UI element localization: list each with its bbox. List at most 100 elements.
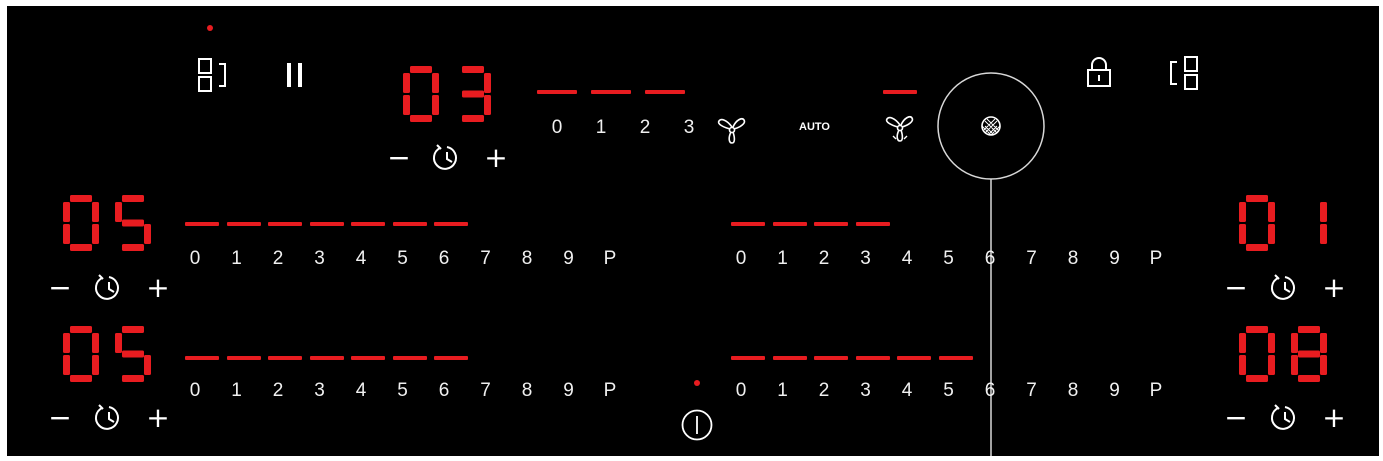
power-level-P[interactable]: P: [1136, 380, 1176, 402]
power-level-7[interactable]: 7: [466, 248, 506, 270]
power-level-0[interactable]: 0: [721, 380, 761, 402]
fan-icon[interactable]: [715, 112, 749, 146]
zone-timer-plus[interactable]: +: [145, 404, 171, 432]
zone-timer-minus[interactable]: −: [1223, 274, 1249, 302]
fan-level-2[interactable]: 2: [625, 117, 665, 139]
power-level-8[interactable]: 8: [507, 380, 547, 402]
power-level-bar: [814, 356, 848, 360]
zone-timer-plus[interactable]: +: [1321, 404, 1347, 432]
power-level-2[interactable]: 2: [804, 248, 844, 270]
power-level-5[interactable]: 5: [929, 248, 969, 270]
power-level-4[interactable]: 4: [341, 248, 381, 270]
hood-timer-plus[interactable]: +: [483, 144, 509, 172]
power-level-bar: [772, 222, 807, 226]
power-level-8[interactable]: 8: [1053, 248, 1093, 270]
power-level-bar: [772, 356, 807, 360]
power-level-P[interactable]: P: [1136, 248, 1176, 270]
power-level-bar: [268, 222, 302, 226]
power-level-bar: [226, 356, 261, 360]
timer-clock-icon: [95, 274, 119, 300]
boost-indicator-bar: [883, 90, 917, 94]
timer-clock-icon: [95, 404, 119, 430]
power-level-3[interactable]: 3: [300, 248, 340, 270]
fan-level-3[interactable]: 3: [669, 117, 709, 139]
power-level-bar: [434, 356, 468, 360]
power-level-3[interactable]: 3: [846, 380, 886, 402]
power-level-5[interactable]: 5: [929, 380, 969, 402]
power-level-bar: [309, 356, 344, 360]
power-level-bar: [855, 222, 890, 226]
power-level-0[interactable]: 0: [721, 248, 761, 270]
power-level-bar: [731, 222, 765, 226]
power-level-7[interactable]: 7: [466, 380, 506, 402]
power-level-8[interactable]: 8: [507, 248, 547, 270]
power-level-bar: [855, 356, 890, 360]
power-level-9[interactable]: 9: [549, 248, 589, 270]
zone-timer-plus[interactable]: +: [145, 274, 171, 302]
zone-display-rear-left: [63, 326, 151, 382]
power-level-4[interactable]: 4: [341, 380, 381, 402]
power-level-2[interactable]: 2: [258, 248, 298, 270]
power-level-9[interactable]: 9: [1095, 248, 1135, 270]
power-level-7[interactable]: 7: [1012, 248, 1052, 270]
power-level-9[interactable]: 9: [549, 380, 589, 402]
power-level-1[interactable]: 1: [763, 248, 803, 270]
bridge-indicator-dot: [207, 25, 213, 31]
fan-level-1[interactable]: 1: [581, 117, 621, 139]
lock-icon[interactable]: [1085, 56, 1113, 90]
power-level-bar: [351, 222, 385, 226]
power-level-P[interactable]: P: [590, 248, 630, 270]
power-level-bar: [226, 222, 261, 226]
power-level-bar: [814, 222, 848, 226]
power-level-1[interactable]: 1: [217, 248, 257, 270]
power-level-bar: [268, 356, 302, 360]
power-level-7[interactable]: 7: [1012, 380, 1052, 402]
fan-boost-icon[interactable]: [883, 110, 917, 144]
power-level-bar: [434, 222, 468, 226]
zone-display-rear-right: [1239, 326, 1327, 382]
power-indicator-dot: [694, 380, 700, 386]
zone-timer-plus[interactable]: +: [1321, 274, 1347, 302]
zone-timer-minus[interactable]: −: [47, 274, 73, 302]
power-level-bar: [351, 356, 385, 360]
power-level-1[interactable]: 1: [763, 380, 803, 402]
power-level-1[interactable]: 1: [217, 380, 257, 402]
power-level-6[interactable]: 6: [970, 380, 1010, 402]
zone-timer-minus[interactable]: −: [1223, 404, 1249, 432]
power-level-bar: [185, 222, 219, 226]
power-level-P[interactable]: P: [590, 380, 630, 402]
power-level-bar: [392, 356, 427, 360]
zone-bridge-icon[interactable]: [197, 56, 233, 94]
hood-timer-minus[interactable]: −: [386, 144, 412, 172]
pause-icon[interactable]: [284, 62, 306, 88]
power-level-2[interactable]: 2: [258, 380, 298, 402]
timer-clock-icon: [433, 144, 457, 170]
power-level-bar: [897, 356, 931, 360]
power-level-3[interactable]: 3: [300, 380, 340, 402]
auto-label[interactable]: AUTO: [799, 121, 830, 133]
power-level-0[interactable]: 0: [175, 248, 215, 270]
zone-display-front-left: [63, 195, 151, 251]
power-level-9[interactable]: 9: [1095, 380, 1135, 402]
fan-level-0[interactable]: 0: [537, 117, 577, 139]
power-level-bar: [731, 356, 765, 360]
fan-level-bar: [645, 90, 685, 94]
power-level-4[interactable]: 4: [887, 248, 927, 270]
power-level-5[interactable]: 5: [383, 380, 423, 402]
power-level-6[interactable]: 6: [970, 248, 1010, 270]
power-level-8[interactable]: 8: [1053, 380, 1093, 402]
power-level-4[interactable]: 4: [887, 380, 927, 402]
zone-display-front-right: [1239, 195, 1327, 251]
hob-control-panel: − + 0123 AUTO − +0 1 2 3 4 5 6 7 8 9 P − +0 1 2 3 4 5 6 7 8 9 P…: [7, 6, 1379, 456]
power-level-6[interactable]: 6: [424, 248, 464, 270]
power-level-5[interactable]: 5: [383, 248, 423, 270]
power-level-0[interactable]: 0: [175, 380, 215, 402]
zone-timer-minus[interactable]: −: [47, 404, 73, 432]
power-level-6[interactable]: 6: [424, 380, 464, 402]
timer-clock-icon: [1271, 404, 1295, 430]
power-level-3[interactable]: 3: [846, 248, 886, 270]
power-icon[interactable]: [680, 408, 714, 442]
power-level-2[interactable]: 2: [804, 380, 844, 402]
zone-select-icon[interactable]: [1167, 54, 1203, 92]
fan-level-bar: [537, 90, 577, 94]
